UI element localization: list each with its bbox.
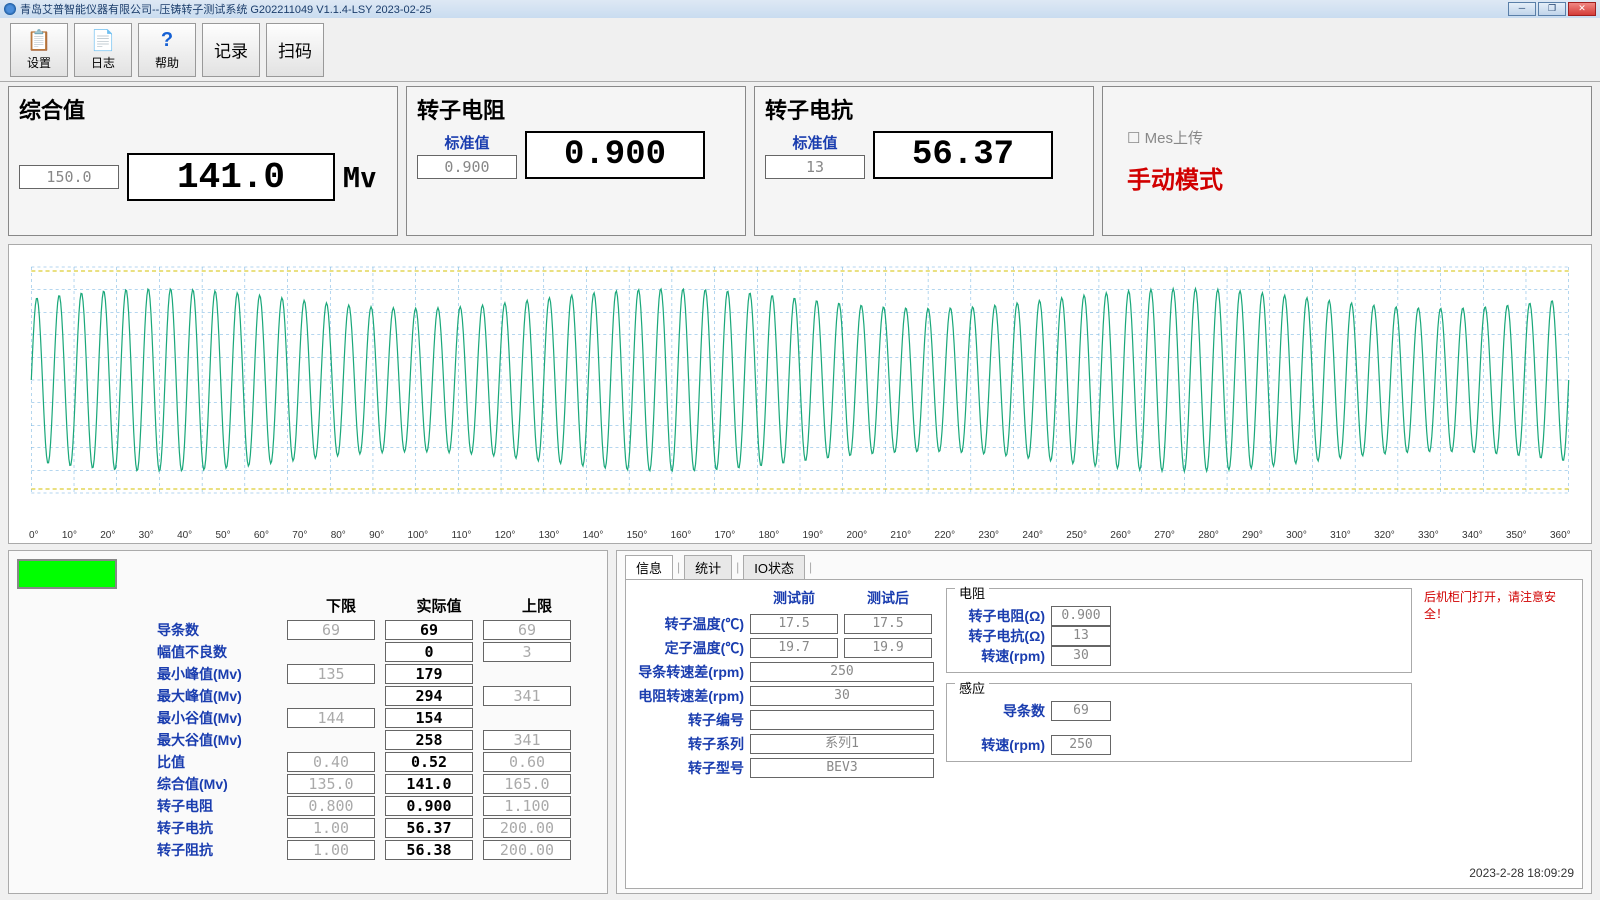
timestamp: 2023-2-28 18:09:29 [1424,866,1574,880]
reactance-std: 13 [765,155,865,179]
warning-text: 后机柜门打开，请注意安全！ [1424,588,1574,622]
composite-title: 综合值 [19,93,387,125]
scan-button[interactable]: 扫码 [266,23,324,77]
help-button[interactable]: ?帮助 [138,23,196,77]
settings-icon: 📋 [25,28,53,52]
status-indicator [17,559,117,589]
settings-button[interactable]: 📋设置 [10,23,68,77]
table-row: 最大谷值(Mv)258341 [17,730,599,750]
composite-panel: 综合值 150.0 141.0 Mv [8,86,398,236]
table-row: 比值0.400.520.60 [17,752,599,772]
titlebar: 青岛艾普智能仪器有限公司--压铸转子测试系统 G202211049 V1.1.4… [0,0,1600,18]
composite-value: 141.0 [127,153,335,201]
app-icon [4,3,16,15]
table-row: 最小谷值(Mv)144154 [17,708,599,728]
tab-info[interactable]: 信息 [625,555,673,579]
reactance-panel: 转子电抗 标准值 13 56.37 [754,86,1094,236]
tab-stats[interactable]: 统计 [684,555,732,579]
mode-panel: ☐ Mes上传 手动模式 [1102,86,1592,236]
close-button[interactable]: ✕ [1568,2,1596,16]
chart-x-axis: 0°10°20°30°40°50°60°70°80°90°100°110°120… [9,530,1591,541]
table-row: 最小峰值(Mv)135179 [17,664,599,684]
log-icon: 📄 [89,28,117,52]
info-panel: 信息 | 统计 | IO状态 | 测试前测试后 转子温度(℃)17.517.5 … [616,550,1592,894]
composite-unit: Mv [343,161,377,194]
table-row: 转子电阻0.8000.9001.100 [17,796,599,816]
table-row: 转子阻抗1.0056.38200.00 [17,840,599,860]
minimize-button[interactable]: ─ [1508,2,1536,16]
mode-text: 手动模式 [1127,160,1567,195]
resistance-std: 0.900 [417,155,517,179]
record-button[interactable]: 记录 [202,23,260,77]
reactance-value: 56.37 [873,131,1053,179]
table-row: 综合值(Mv)135.0141.0165.0 [17,774,599,794]
reactance-title: 转子电抗 [765,93,1083,125]
resistance-title: 转子电阻 [417,93,735,125]
log-button[interactable]: 📄日志 [74,23,132,77]
table-row: 转子电抗1.0056.37200.00 [17,818,599,838]
composite-std: 150.0 [19,165,119,189]
resistance-panel: 转子电阻 标准值 0.900 0.900 [406,86,746,236]
tab-io[interactable]: IO状态 [743,555,805,579]
help-icon: ? [153,28,181,52]
table-row: 导条数696969 [17,620,599,640]
mes-upload-checkbox[interactable]: ☐ Mes上传 [1127,127,1567,148]
toolbar: 📋设置 📄日志 ?帮助 记录 扫码 [0,18,1600,82]
window-title: 青岛艾普智能仪器有限公司--压铸转子测试系统 G202211049 V1.1.4… [20,1,432,17]
maximize-button[interactable]: ❐ [1538,2,1566,16]
table-row: 幅值不良数03 [17,642,599,662]
table-row: 最大峰值(Mv)294341 [17,686,599,706]
waveform-chart: 0°10°20°30°40°50°60°70°80°90°100°110°120… [8,244,1592,544]
results-table: 下限 实际值 上限 导条数696969幅值不良数03最小峰值(Mv)135179… [8,550,608,894]
resistance-value: 0.900 [525,131,705,179]
